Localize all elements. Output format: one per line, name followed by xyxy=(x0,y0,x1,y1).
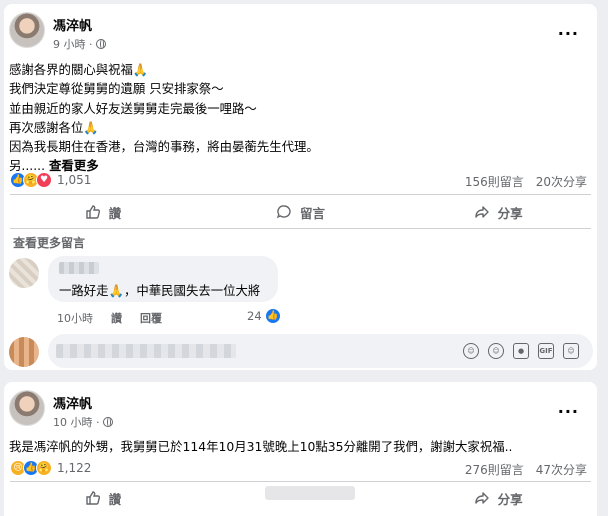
comment-icon xyxy=(276,205,291,219)
reaction-summary[interactable]: 👍 🤗 ♥ 1,051 xyxy=(10,172,91,188)
more-icon[interactable]: ··· xyxy=(558,402,579,421)
comment-like-button[interactable]: 讚 xyxy=(111,310,122,326)
divider xyxy=(10,194,591,195)
write-comment-input[interactable]: ☺ ☺ ● GIF ☺ xyxy=(48,334,593,368)
post-body: 感謝各界的關心與祝福🙏 我們決定尊從舅舅的遺願 只安排家祭～ 並由親近的家人好友… xyxy=(9,60,319,176)
watermark-blurred xyxy=(265,486,355,500)
current-user-avatar xyxy=(9,337,39,367)
more-icon[interactable]: ··· xyxy=(558,24,579,43)
like-button[interactable]: 讚 xyxy=(4,483,202,513)
comment-time[interactable]: 10小時 xyxy=(57,310,93,326)
comment-label: 留言 xyxy=(300,205,326,221)
share-label: 分享 xyxy=(497,205,523,221)
divider xyxy=(10,481,591,482)
like-icon xyxy=(85,491,100,505)
comments-count[interactable]: 156則留言 xyxy=(465,175,524,189)
comment-like-count[interactable]: 24 👍 xyxy=(247,308,281,324)
care-reaction-icon: 🤗 xyxy=(36,460,52,476)
action-bar: 讚 留言 分享 xyxy=(4,196,597,228)
post-stats: 276則留言 47次分享 xyxy=(465,461,587,478)
commenter-avatar[interactable] xyxy=(9,258,39,288)
sticker-icon[interactable]: ☺ xyxy=(563,343,579,359)
comment-actions: 10小時 讚 回覆 xyxy=(57,310,162,326)
post-time-text: 9 小時 xyxy=(53,38,86,51)
shares-count[interactable]: 47次分享 xyxy=(536,463,587,477)
reaction-summary[interactable]: 😢 👍 🤗 1,122 xyxy=(10,460,91,476)
share-button[interactable]: 分享 xyxy=(399,483,597,513)
post-time[interactable]: 9 小時 · xyxy=(53,36,106,52)
comment-tools: ☺ ☺ ● GIF ☺ xyxy=(463,343,579,359)
reaction-count: 1,051 xyxy=(57,173,92,187)
post-body: 我是馮淬帆的外甥，我舅舅已於114年10月31號晚上10點35分離開了我們，謝謝… xyxy=(9,439,513,454)
share-button[interactable]: 分享 xyxy=(399,196,597,228)
post-card-1: 馮淬帆 9 小時 · ··· 感謝各界的關心與祝福🙏 我們決定尊從舅舅的遺願 只… xyxy=(4,4,597,370)
post-time-text: 10 小時 xyxy=(53,416,93,429)
like-icon xyxy=(85,205,100,219)
globe-icon xyxy=(95,39,106,49)
comment-text: 一路好走🙏，中華民國失去一位大將 xyxy=(59,283,261,298)
author-avatar[interactable] xyxy=(9,390,45,426)
avatar-sticker-icon[interactable]: ☺ xyxy=(463,343,479,359)
like-reaction-icon: 👍 xyxy=(264,308,281,324)
post-stats: 156則留言 20次分享 xyxy=(465,173,587,190)
like-label: 讚 xyxy=(108,205,122,221)
shares-count[interactable]: 20次分享 xyxy=(536,175,587,189)
camera-icon[interactable]: ● xyxy=(513,343,529,359)
post-time[interactable]: 10 小時 · xyxy=(53,414,113,430)
comment-button[interactable]: 留言 xyxy=(202,196,400,228)
globe-icon xyxy=(102,417,113,427)
post-line: 並由親近的家人好友送舅舅走完最後一哩路～ xyxy=(9,100,257,116)
share-label: 分享 xyxy=(497,491,523,507)
like-label: 讚 xyxy=(108,491,122,507)
gif-icon[interactable]: GIF xyxy=(538,343,554,359)
post-line: 感謝各界的關心與祝福🙏 xyxy=(9,62,149,77)
commenter-name-blurred[interactable] xyxy=(59,262,99,274)
share-icon xyxy=(474,206,489,218)
love-reaction-icon: ♥ xyxy=(36,172,52,188)
post-line: 再次感謝各位🙏 xyxy=(9,119,99,135)
share-icon xyxy=(474,492,489,504)
comments-count[interactable]: 276則留言 xyxy=(465,463,524,477)
author-avatar[interactable] xyxy=(9,12,45,48)
divider xyxy=(10,228,591,229)
write-comment-placeholder-blurred xyxy=(56,344,236,358)
comment-like-number: 24 xyxy=(247,309,262,323)
post-author[interactable]: 馮淬帆 xyxy=(53,15,92,34)
comment-bubble: 一路好走🙏，中華民國失去一位大將 xyxy=(48,256,278,302)
post-author[interactable]: 馮淬帆 xyxy=(53,393,92,412)
see-more-comments-link[interactable]: 查看更多留言 xyxy=(13,234,85,251)
comment-reply-button[interactable]: 回覆 xyxy=(140,310,162,326)
post-line: 我們決定尊從舅舅的遺願 只安排家祭～ xyxy=(9,81,224,97)
emoji-icon[interactable]: ☺ xyxy=(488,343,504,359)
like-button[interactable]: 讚 xyxy=(4,196,202,228)
reaction-count: 1,122 xyxy=(57,461,92,475)
post-line: 因為我長期住在香港，台灣的事務，將由晏蘅先生代理。 xyxy=(9,139,319,155)
